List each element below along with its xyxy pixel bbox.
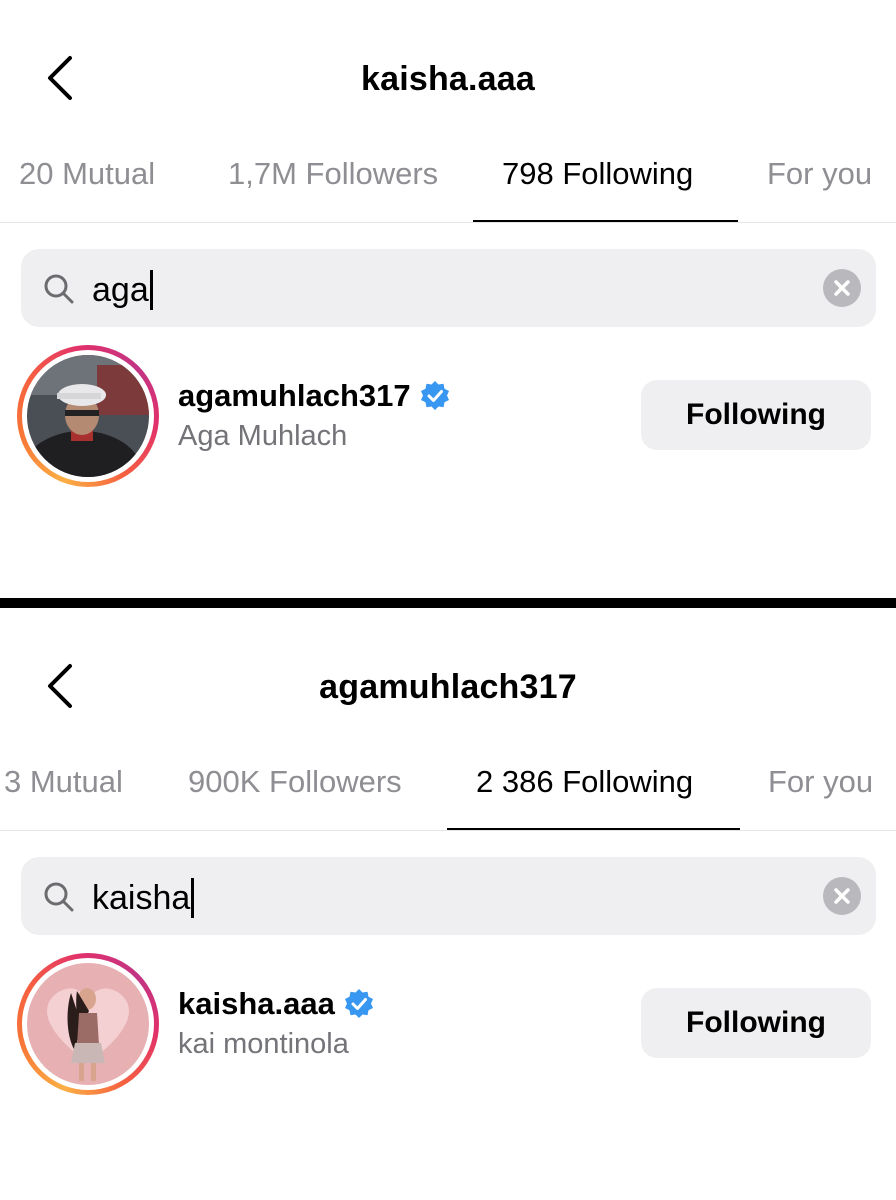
search-value: aga [92, 270, 149, 309]
profile-following-panel-2: agamuhlach317 3 Mutual 900K Followers 2 … [0, 608, 896, 1200]
clear-search-button[interactable] [823, 877, 861, 915]
story-ring [17, 345, 159, 487]
avatar-photo [27, 963, 149, 1085]
search-query: aga [92, 270, 153, 310]
search-value: kaisha [92, 878, 191, 917]
tab-for-you[interactable]: For you [768, 764, 873, 800]
search-query: kaisha [92, 878, 195, 918]
following-button[interactable]: Following [641, 988, 871, 1058]
tab-followers[interactable]: 1,7M Followers [228, 156, 438, 192]
tab-bar: 20 Mutual 1,7M Followers 798 Following F… [0, 150, 896, 224]
search-icon [44, 882, 74, 912]
username[interactable]: kaisha.aaa [178, 986, 335, 1022]
text-cursor [149, 270, 153, 310]
full-name: kai montinola [178, 1028, 349, 1060]
avatar[interactable] [27, 963, 149, 1085]
tabs-divider [0, 830, 896, 831]
avatar-frame [22, 350, 154, 482]
list-item[interactable]: agamuhlach317 Aga Muhlach Following [0, 340, 896, 490]
page-title: kaisha.aaa [360, 60, 536, 98]
username-row: agamuhlach317 [178, 378, 451, 414]
list-item[interactable]: kaisha.aaa kai montinola Following [0, 948, 896, 1098]
tab-following[interactable]: 2 386 Following [476, 764, 693, 800]
full-name: Aga Muhlach [178, 420, 348, 452]
panel-divider [0, 598, 896, 608]
tab-followers[interactable]: 900K Followers [188, 764, 402, 800]
following-button[interactable]: Following [641, 380, 871, 450]
clear-icon [834, 888, 850, 904]
avatar[interactable] [27, 355, 149, 477]
story-ring [17, 953, 159, 1095]
tabs-divider [0, 222, 896, 223]
search-input[interactable]: aga [21, 249, 876, 327]
header: kaisha.aaa [0, 0, 896, 160]
page-title: agamuhlach317 [319, 668, 577, 706]
search-input[interactable]: kaisha [21, 857, 876, 935]
verified-badge-icon [420, 381, 449, 410]
avatar-photo [27, 355, 149, 477]
avatar-frame [22, 958, 154, 1090]
tab-for-you[interactable]: For you [767, 156, 872, 192]
header: agamuhlach317 [0, 608, 896, 768]
tab-following[interactable]: 798 Following [502, 156, 693, 192]
verified-badge-icon [344, 989, 373, 1018]
tab-bar: 3 Mutual 900K Followers 2 386 Following … [0, 758, 896, 832]
clear-icon [834, 280, 850, 296]
clear-search-button[interactable] [823, 269, 861, 307]
text-cursor [191, 878, 195, 918]
tab-mutual[interactable]: 20 Mutual [19, 156, 155, 192]
profile-following-panel-1: kaisha.aaa 20 Mutual 1,7M Followers 798 … [0, 0, 896, 598]
search-icon [44, 274, 74, 304]
tab-mutual[interactable]: 3 Mutual [4, 764, 123, 800]
username[interactable]: agamuhlach317 [178, 378, 411, 414]
username-row: kaisha.aaa [178, 986, 375, 1022]
